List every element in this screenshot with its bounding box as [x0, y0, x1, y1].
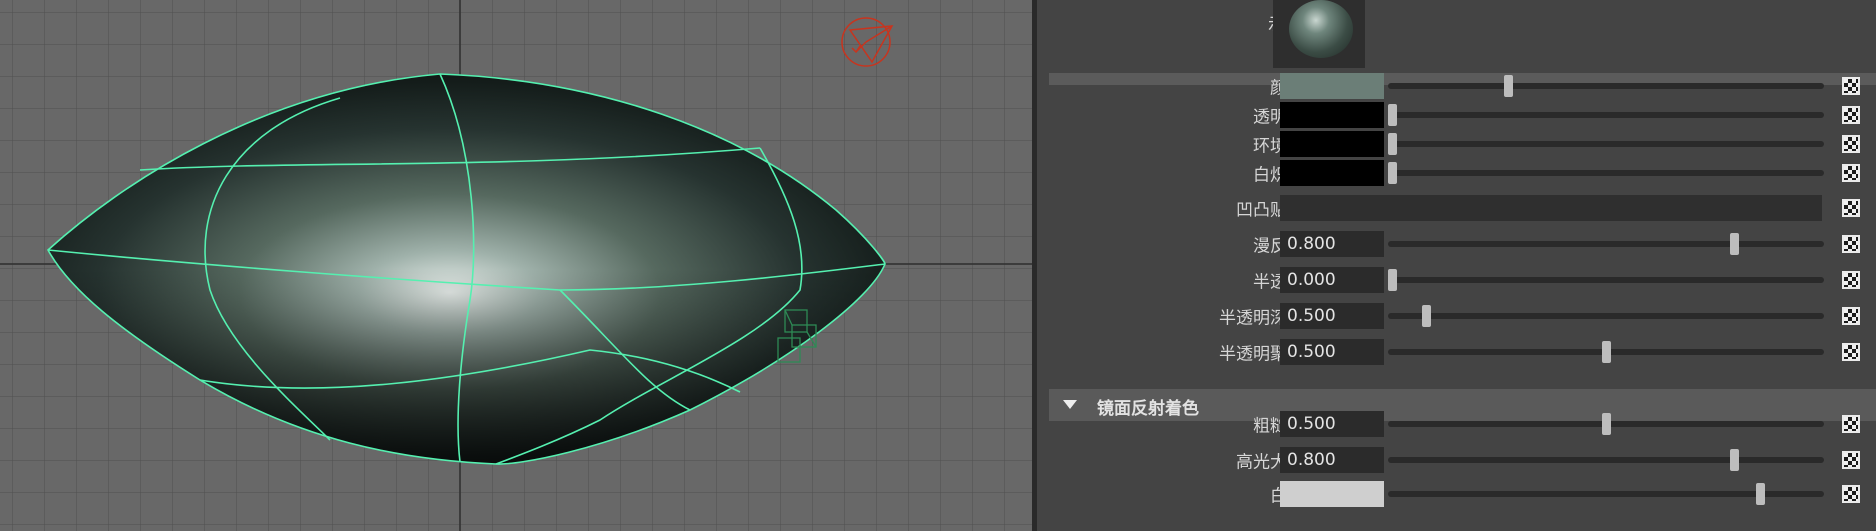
attr-row-diffuse: 漫反射 0.800	[1037, 229, 1876, 259]
transparency-slider[interactable]	[1388, 104, 1824, 126]
diffuse-slider[interactable]	[1388, 233, 1824, 255]
incandescence-slider-handle[interactable]	[1388, 162, 1397, 184]
roughness-slider-handle[interactable]	[1602, 413, 1611, 435]
ambient-color-slider-handle[interactable]	[1388, 133, 1397, 155]
attr-row-incandescence: 白炽度	[1037, 158, 1876, 188]
highlight-size-slider[interactable]	[1388, 449, 1824, 471]
translucence-depth-slider[interactable]	[1388, 305, 1824, 327]
highlight-size-slider-handle[interactable]	[1730, 449, 1740, 471]
translucence-focus-slider-handle[interactable]	[1602, 341, 1611, 363]
translucence-value-field[interactable]: 0.000	[1280, 267, 1384, 293]
attr-row-ambient-color: 环境色	[1037, 129, 1876, 159]
highlight-size-map-button-icon[interactable]	[1842, 451, 1860, 469]
bump-map-field[interactable]	[1280, 195, 1822, 221]
transparency-map-button-icon[interactable]	[1842, 106, 1860, 124]
incandescence-slider[interactable]	[1388, 162, 1824, 184]
ambient-color-slider[interactable]	[1388, 133, 1824, 155]
color-slider[interactable]	[1388, 75, 1824, 97]
color-map-button-icon[interactable]	[1842, 77, 1860, 95]
3d-viewport[interactable]	[0, 0, 1032, 531]
roughness-map-button-icon[interactable]	[1842, 415, 1860, 433]
attr-row-color: 颜色	[1037, 71, 1876, 101]
ambient-color-map-button-icon[interactable]	[1842, 135, 1860, 153]
translucence-focus-value-field[interactable]: 0.500	[1280, 339, 1384, 365]
bump-map-map-button-icon[interactable]	[1842, 199, 1860, 217]
whiteness-slider[interactable]	[1388, 483, 1824, 505]
attr-row-translucence-depth: 半透明深度 0.500	[1037, 301, 1876, 331]
sample-row: 示例	[1037, 0, 1876, 78]
whiteness-slider-handle[interactable]	[1756, 483, 1766, 505]
attr-row-translucence: 半透明 0.000	[1037, 265, 1876, 295]
translucence-slider[interactable]	[1388, 269, 1824, 291]
color-slider-handle[interactable]	[1503, 75, 1513, 97]
ambient-color-color-swatch[interactable]	[1280, 131, 1384, 157]
translucence-slider-handle[interactable]	[1388, 269, 1397, 291]
viewport-scene[interactable]	[0, 0, 1032, 531]
collapse-arrow-icon[interactable]	[1063, 400, 1077, 409]
diffuse-value-field[interactable]: 0.800	[1280, 231, 1384, 257]
color-color-swatch[interactable]	[1280, 73, 1384, 99]
translucence-map-button-icon[interactable]	[1842, 271, 1860, 289]
attribute-editor: 示例 颜色透明度环境色白炽度凹凸贴图漫反射0.800 半透明0.000 半透明深度0…	[1037, 0, 1876, 531]
translucence-depth-slider-handle[interactable]	[1422, 305, 1432, 327]
attr-row-roughness: 粗糙度 0.500	[1037, 409, 1876, 439]
translucence-focus-map-button-icon[interactable]	[1842, 343, 1860, 361]
roughness-value-field[interactable]: 0.500	[1280, 411, 1384, 437]
attr-row-transparency: 透明度	[1037, 100, 1876, 130]
transparency-color-swatch[interactable]	[1280, 102, 1384, 128]
diffuse-slider-handle[interactable]	[1730, 233, 1740, 255]
attr-row-bump-map: 凹凸贴图	[1037, 193, 1876, 223]
attr-row-whiteness: 白度	[1037, 479, 1876, 509]
transparency-slider-handle[interactable]	[1388, 104, 1397, 126]
translucence-depth-map-button-icon[interactable]	[1842, 307, 1860, 325]
sample-swatch[interactable]	[1273, 0, 1365, 68]
sample-sphere	[1289, 0, 1353, 58]
attr-row-highlight-size: 高光大小 0.800	[1037, 445, 1876, 475]
diffuse-map-button-icon[interactable]	[1842, 235, 1860, 253]
roughness-slider[interactable]	[1388, 413, 1824, 435]
whiteness-color-swatch[interactable]	[1280, 481, 1384, 507]
incandescence-color-swatch[interactable]	[1280, 160, 1384, 186]
incandescence-map-button-icon[interactable]	[1842, 164, 1860, 182]
highlight-size-value-field[interactable]: 0.800	[1280, 447, 1384, 473]
attr-row-translucence-focus: 半透明聚焦 0.500	[1037, 337, 1876, 367]
translucence-focus-slider[interactable]	[1388, 341, 1824, 363]
translucence-depth-value-field[interactable]: 0.500	[1280, 303, 1384, 329]
whiteness-map-button-icon[interactable]	[1842, 485, 1860, 503]
